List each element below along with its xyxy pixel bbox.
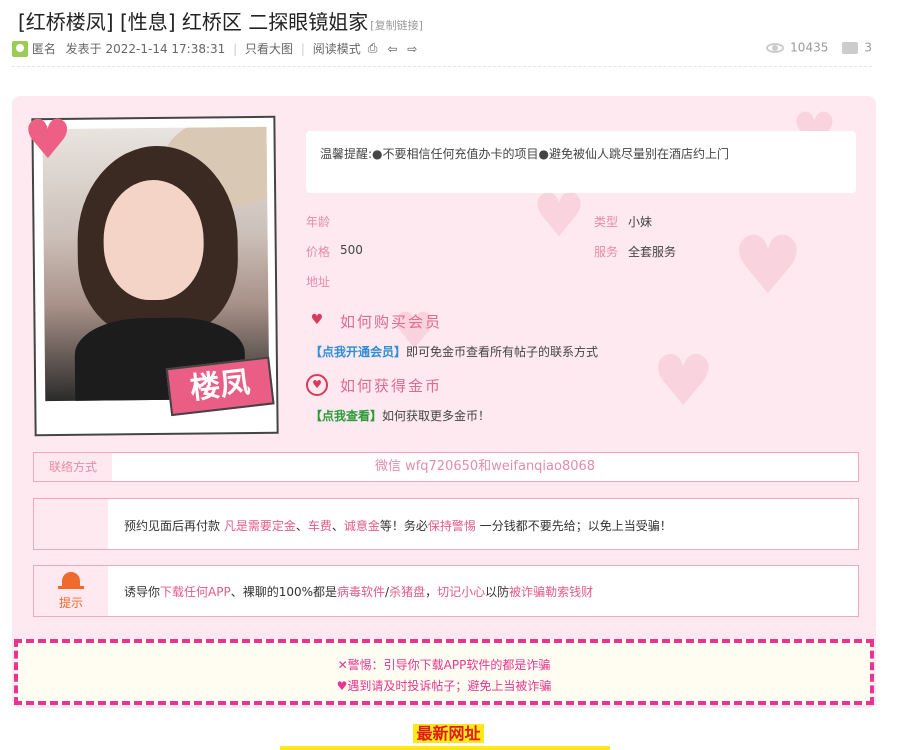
text: ， [425, 585, 438, 599]
warning-side [34, 499, 108, 549]
notice-box: 温馨提醒:●不要相信任何充值办卡的项目●避免被仙人跳尽量别在酒店约上门 [306, 131, 856, 193]
profile-card: ♥ ♥ ♥ ♥ ♥ ♥ 楼凤 温馨提醒:●不要相信任何充值办卡的项目●避免被仙人… [12, 96, 876, 708]
highlight: 被诈骗勒索钱财 [509, 585, 594, 599]
post-stats: 10435 3 [766, 40, 872, 55]
divider: | [300, 41, 305, 56]
buy-membership-line: 【点我开通会员】即可免金币查看所有帖子的联系方式 [310, 343, 598, 360]
next-arrow-icon[interactable]: ⇨ [404, 42, 420, 56]
winged-heart-icon: ♥ [310, 312, 324, 328]
highlight: 切记小心 [437, 585, 486, 599]
view-image-link[interactable]: 只看大图 [245, 42, 293, 56]
type-value: 小妹 [628, 215, 653, 229]
heart-decoration: ♥ [652, 340, 715, 422]
newest-url-label: 最新网址 [413, 724, 484, 743]
text: 、 [331, 519, 344, 533]
price-label: 价格 [306, 245, 331, 259]
contact-value[interactable]: 微信 wfq720650和weifanqiao8068 [112, 453, 858, 481]
service-label: 服务 [594, 245, 619, 259]
newest-url-bar[interactable] [280, 746, 610, 750]
post-meta: 匿名 发表于 2022-1-14 17:38:31 | 只看大图 | 阅读模式 … [12, 40, 872, 60]
alert-line-2: ♥遇到请及时投诉帖子；避免上当被诈骗 [336, 679, 552, 693]
text: 、裸聊的100%都是 [230, 585, 338, 599]
view-coins-link[interactable]: 【点我查看】 [310, 409, 382, 423]
alert-line-1: ✕警惕：引导你下载APP软件的都是诈骗 [337, 658, 551, 672]
text: 、 [295, 519, 308, 533]
type-label: 类型 [594, 215, 619, 229]
eye-icon [766, 42, 785, 53]
divider: | [233, 41, 238, 56]
highlight: 杀猪盘 [389, 585, 426, 599]
highlight: 下载任何APP [160, 585, 231, 599]
contact-row: 联络方式 微信 wfq720650和weifanqiao8068 [33, 452, 859, 482]
heart-decoration: ♥ [732, 219, 804, 312]
payment-warning-text: 预约见面后再付款 凡是需要定金、车费、诚意金等！务必保持警惕 一分钱都不要先给；… [124, 517, 672, 534]
contact-label: 联络方式 [34, 453, 112, 481]
view-count: 10435 [790, 40, 829, 55]
text: 预约见面后再付款 [124, 519, 224, 533]
text: 以防 [485, 585, 510, 599]
newest-url-heading: 最新网址 [0, 720, 897, 744]
heart-decoration: ♥ [532, 181, 586, 251]
comment-icon [842, 41, 859, 54]
copy-link[interactable]: [复制链接] [370, 19, 423, 32]
highlight: 保持警惕 [427, 519, 476, 533]
get-coins-title: 如何获得金币 [340, 377, 443, 395]
divider-line [12, 66, 872, 67]
text: 诱导你 [124, 585, 161, 599]
profile-photo-frame: ♥ 楼凤 [23, 108, 279, 437]
highlight: 病毒软件 [337, 585, 386, 599]
highlight: 凡是需要定金 [223, 519, 296, 533]
scam-alert-box: ✕警惕：引导你下载APP软件的都是诈骗 ♥遇到请及时投诉帖子；避免上当被诈骗 [14, 639, 874, 705]
highlight: 诚意金 [343, 519, 380, 533]
open-membership-link[interactable]: 【点我开通会员】 [310, 345, 406, 359]
heart-icon: ♥ [23, 107, 73, 172]
buy-membership-text: 即可免金币查看所有帖子的联系方式 [406, 345, 599, 359]
get-coins-line: 【点我查看】如何获取更多金币！ [310, 407, 490, 424]
service-value: 全套服务 [628, 245, 677, 259]
face-shape [102, 179, 205, 301]
warning-side: 提示 [34, 566, 108, 616]
post-title-text: [红桥楼凤] [性息] 红桥区 二探眼镜姐家 [18, 10, 369, 34]
text: 等！务必 [379, 519, 428, 533]
buy-membership-title: 如何购买会员 [340, 313, 443, 331]
get-coins-text: 如何获取更多金币！ [382, 409, 491, 423]
read-mode-link[interactable]: 阅读模式 [313, 42, 361, 56]
app-warning-text: 诱导你下载任何APP、裸聊的100%都是病毒软件/杀猪盘，切记小心以防被诈骗勒索… [124, 583, 593, 600]
payment-warning: 预约见面后再付款 凡是需要定金、车费、诚意金等！务必保持警惕 一分钱都不要先给；… [33, 498, 859, 550]
reply-count: 3 [864, 40, 872, 55]
user-avatar-icon [12, 40, 28, 57]
tip-label: 提示 [58, 596, 83, 610]
highlight: 车费 [307, 519, 332, 533]
post-date: 发表于 2022-1-14 17:38:31 [65, 42, 226, 56]
prev-arrow-icon[interactable]: ⇦ [384, 42, 400, 56]
address-label: 地址 [306, 275, 331, 289]
target-heart-icon: ♥ [306, 374, 328, 396]
author-name[interactable]: 匿名 [32, 42, 56, 56]
price-value: 500 [340, 243, 363, 257]
age-label: 年龄 [306, 215, 331, 229]
app-warning: 提示 诱导你下载任何APP、裸聊的100%都是病毒软件/杀猪盘，切记小心以防被诈… [33, 565, 859, 617]
siren-icon [58, 572, 84, 589]
print-icon[interactable]: ⎙ [365, 41, 381, 56]
post-title: [红桥楼凤] [性息] 红桥区 二探眼镜姐家 [复制链接] [18, 6, 423, 35]
text: 一分钱都不要先给；以免上当受骗！ [475, 519, 672, 533]
